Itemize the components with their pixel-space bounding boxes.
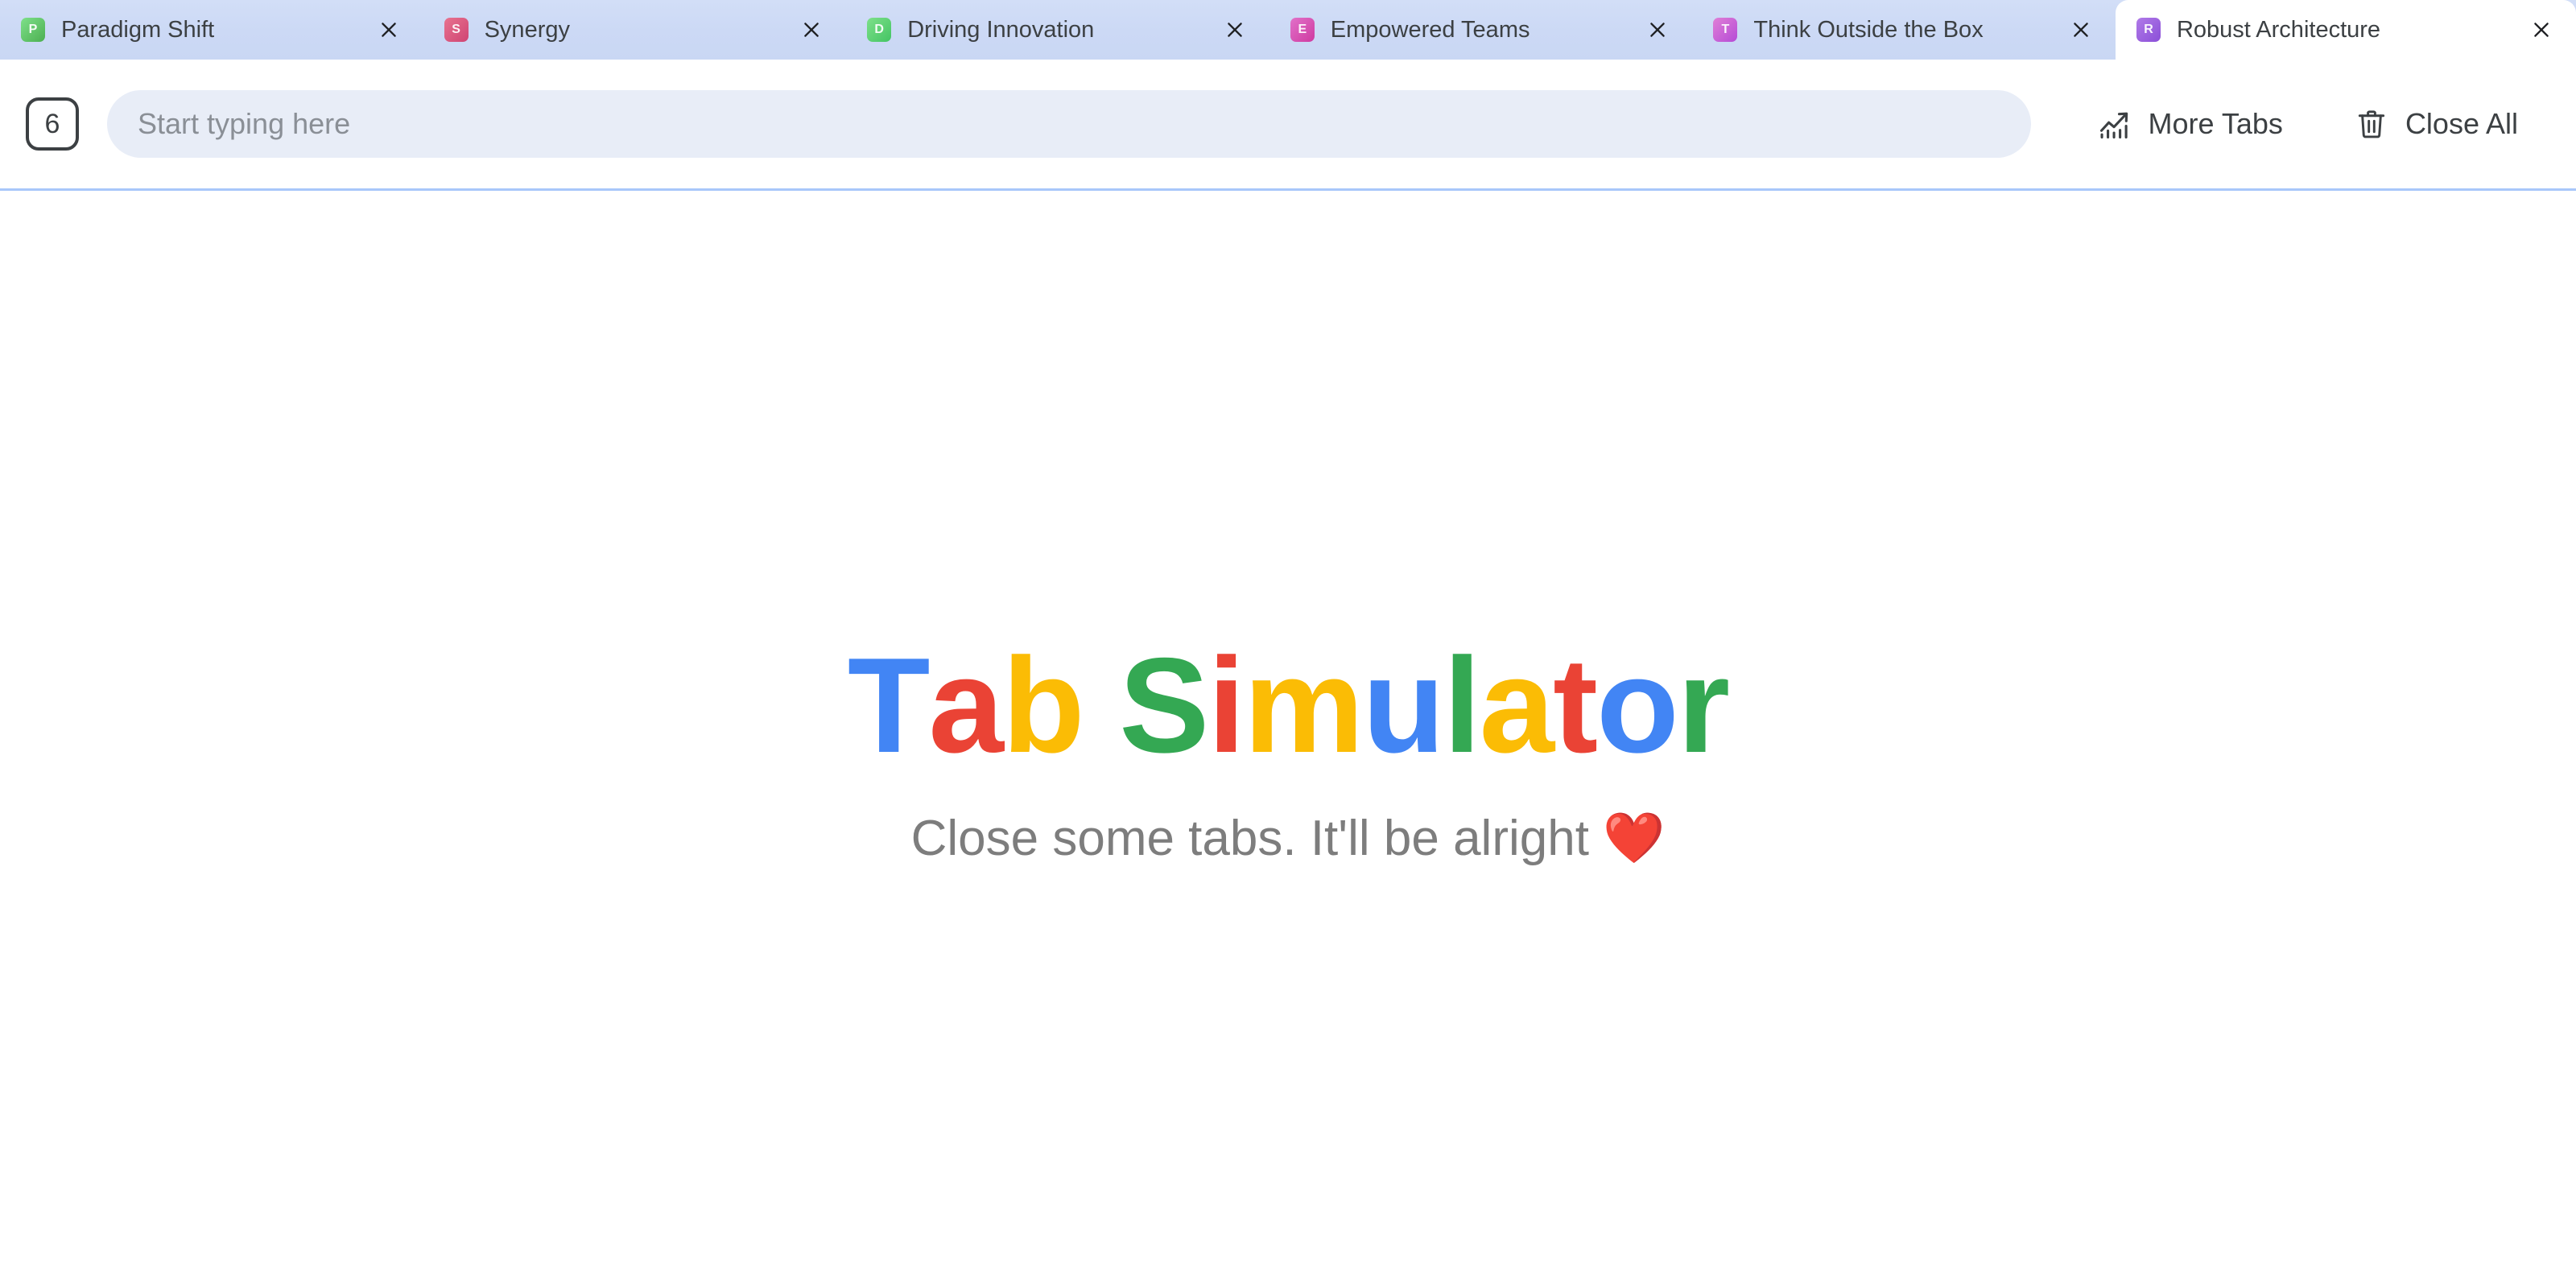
tab-item[interactable]: P Paradigm Shift [0, 0, 423, 60]
tab-item[interactable]: D Driving Innovation [846, 0, 1269, 60]
tab-item[interactable]: E Empowered Teams [1269, 0, 1693, 60]
tab-close-button[interactable] [2523, 11, 2560, 48]
trash-icon [2354, 106, 2389, 142]
tab-title: Paradigm Shift [61, 18, 215, 42]
title-letter: o [1596, 630, 1679, 781]
tab-close-button[interactable] [370, 11, 407, 48]
title-letter: u [1362, 630, 1445, 781]
title-letter: b [1001, 630, 1085, 781]
title-letter: m [1244, 630, 1364, 781]
tab-favicon: D [867, 18, 892, 42]
page-subtitle: Close some tabs. It'll be alright ❤️ [910, 811, 1666, 866]
tab-close-button[interactable] [793, 11, 830, 48]
tab-close-button[interactable] [2062, 11, 2099, 48]
title-letter: r [1677, 630, 1730, 781]
tab-close-button[interactable] [1639, 11, 1676, 48]
tab-favicon: R [2136, 18, 2161, 42]
main-content: Tab Simulator Close some tabs. It'll be … [0, 191, 2576, 1288]
title-letter: i [1208, 630, 1245, 781]
page-title: Tab Simulator [847, 630, 1730, 781]
tab-title: Think Outside the Box [1753, 18, 1984, 42]
trending-up-chart-icon [2097, 106, 2132, 142]
tab-count-badge: 6 [26, 97, 79, 151]
tab-title: Empowered Teams [1330, 18, 1530, 42]
tab-favicon: S [444, 18, 469, 42]
title-letter: T [847, 630, 931, 781]
close-all-button[interactable]: Close All [2333, 90, 2539, 158]
tab-item[interactable]: S Synergy [423, 0, 847, 60]
toolbar: 6 More Tabs Close All [0, 60, 2576, 191]
tab-title: Synergy [484, 18, 570, 42]
tab-favicon: P [21, 18, 45, 42]
more-tabs-button[interactable]: More Tabs [2076, 90, 2304, 158]
tab-favicon: T [1713, 18, 1738, 42]
title-letter [1084, 638, 1120, 773]
tab-favicon: E [1290, 18, 1315, 42]
title-letter: l [1443, 630, 1481, 781]
tab-item[interactable]: R Robust Architecture [2115, 0, 2576, 60]
more-tabs-label: More Tabs [2148, 107, 2283, 140]
search-input[interactable] [107, 90, 2031, 158]
tab-item[interactable]: T Think Outside the Box [1692, 0, 2116, 60]
tab-close-button[interactable] [1216, 11, 1253, 48]
title-letter: a [928, 630, 1004, 781]
title-letter: S [1119, 630, 1209, 781]
close-all-label: Close All [2405, 107, 2518, 140]
tab-strip: P Paradigm Shift S Synergy D Driving Innovati… [0, 0, 2576, 60]
title-letter: a [1479, 630, 1554, 781]
tab-title: Driving Innovation [907, 18, 1095, 42]
title-letter: t [1553, 630, 1598, 781]
tab-title: Robust Architecture [2176, 18, 2381, 42]
